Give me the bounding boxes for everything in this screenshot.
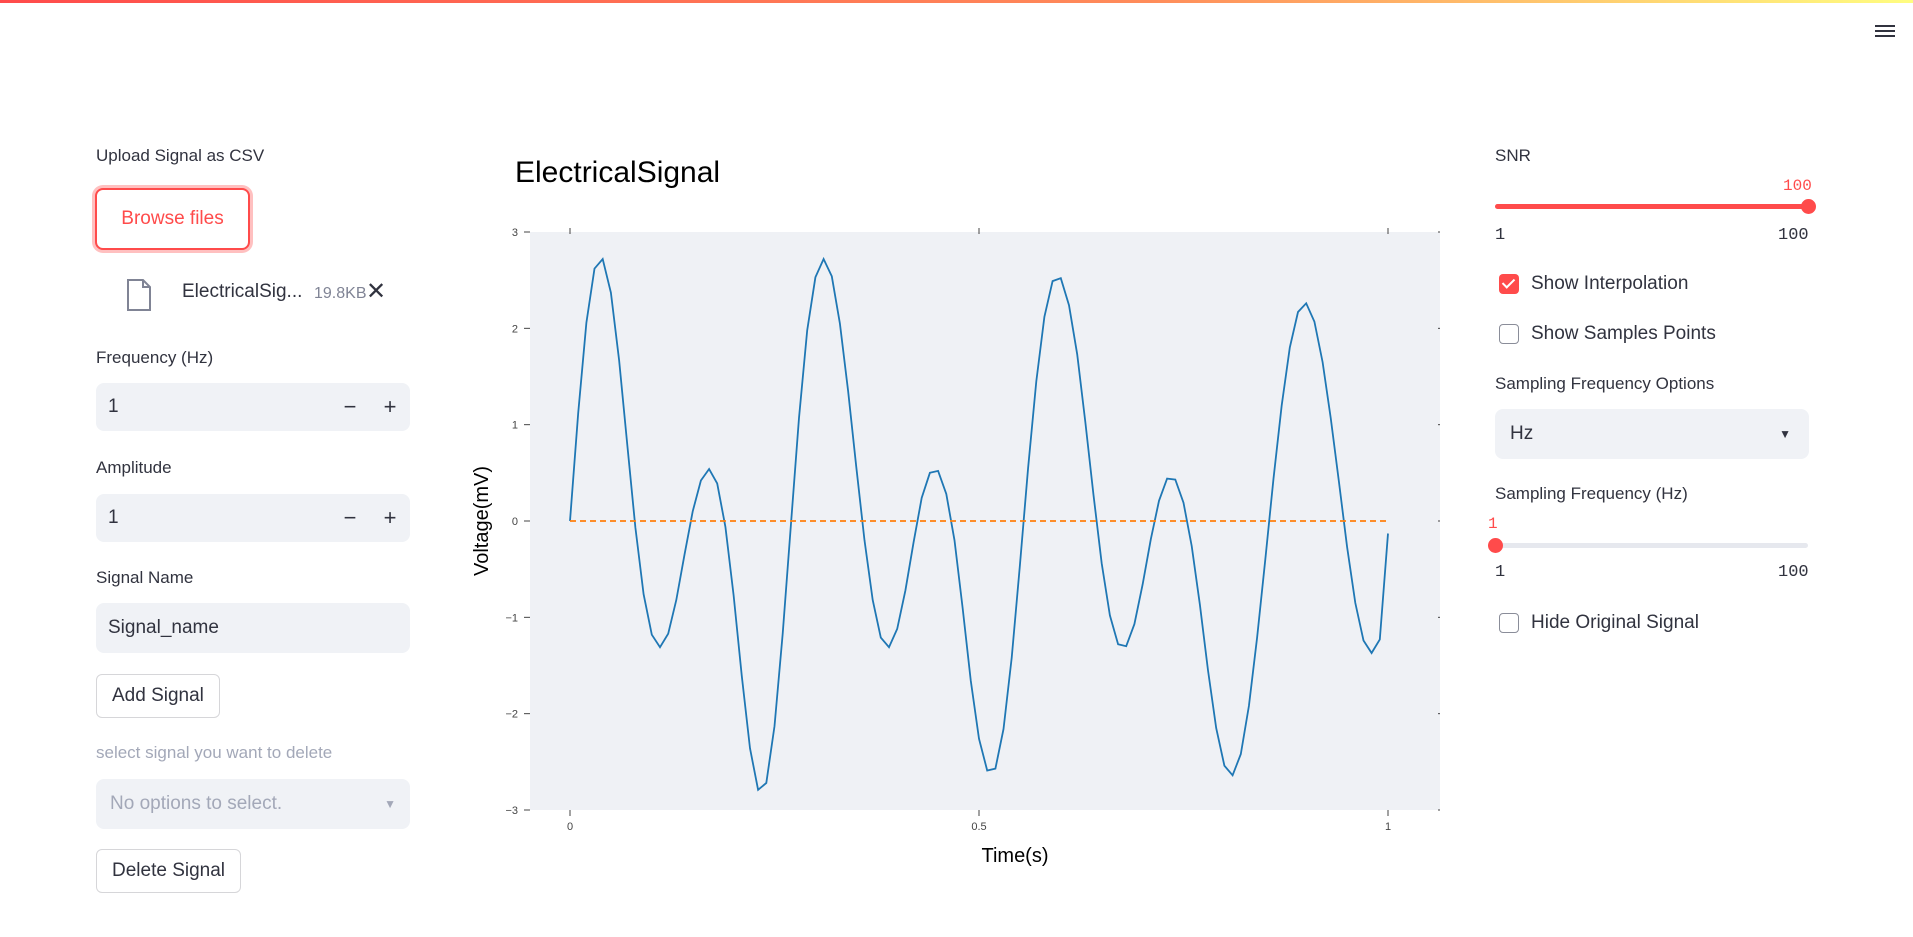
amplitude-value[interactable]: 1	[96, 507, 330, 529]
sampling-frequency-slider[interactable]	[1488, 538, 1808, 553]
amplitude-decrement-button[interactable]: −	[330, 505, 370, 531]
sampling-options-select[interactable]: Hz ▼	[1495, 409, 1809, 459]
y-tick-label: 3	[512, 227, 518, 239]
delete-select-placeholder: No options to select.	[110, 793, 283, 814]
y-axis-label: Voltage(mV)	[471, 466, 493, 576]
snr-max: 100	[1778, 226, 1809, 245]
file-icon	[127, 279, 151, 311]
snr-min: 1	[1495, 226, 1506, 245]
upload-label: Upload Signal as CSV	[96, 146, 265, 165]
top-decoration-bar	[0, 0, 1913, 3]
uploaded-file-name: ElectricalSig...	[182, 281, 303, 302]
show-interpolation-label[interactable]: Show Interpolation	[1531, 273, 1688, 295]
chart-title: ElectricalSignal	[515, 156, 721, 189]
y-tick-label: 1	[512, 420, 518, 432]
y-tick-label: 2	[512, 323, 518, 335]
chevron-down-icon: ▼	[384, 797, 396, 811]
sampling-frequency-min: 1	[1495, 563, 1506, 582]
snr-slider-fill	[1495, 204, 1808, 209]
y-tick-label: −1	[505, 612, 518, 624]
show-samples-label[interactable]: Show Samples Points	[1531, 323, 1716, 345]
sampling-options-value: Hz	[1510, 423, 1534, 444]
signal-chart: 3 2 1 0 −1 −2 −3 0 0.5 1 Time(s) Voltage(mV)	[471, 227, 1440, 867]
add-signal-button[interactable]: Add Signal	[96, 674, 220, 718]
sampling-frequency-label: Sampling Frequency (Hz)	[1495, 484, 1688, 503]
uploaded-file-size: 19.8KB	[314, 285, 367, 302]
amplitude-label: Amplitude	[96, 458, 172, 477]
frequency-decrement-button[interactable]: −	[330, 394, 370, 420]
amplitude-input[interactable]: 1 − +	[96, 494, 410, 542]
y-tick-label: −2	[505, 709, 518, 721]
frequency-value[interactable]: 1	[96, 396, 330, 418]
x-axis-label: Time(s)	[981, 845, 1048, 867]
snr-slider-thumb[interactable]	[1801, 199, 1816, 214]
frequency-increment-button[interactable]: +	[370, 394, 410, 420]
snr-slider[interactable]	[1495, 199, 1816, 214]
sampling-frequency-thumb[interactable]	[1488, 538, 1503, 553]
x-tick-label: 0	[567, 821, 573, 833]
signal-name-label: Signal Name	[96, 568, 194, 587]
signal-name-input[interactable]: Signal_name	[96, 603, 410, 653]
sampling-frequency-value: 1	[1488, 515, 1498, 533]
delete-select-label: select signal you want to delete	[96, 743, 333, 762]
x-tick-label: 1	[1385, 821, 1391, 833]
hamburger-menu-icon[interactable]	[1873, 22, 1897, 44]
show-interpolation-checkbox[interactable]	[1499, 274, 1519, 294]
delete-signal-button[interactable]: Delete Signal	[96, 849, 242, 893]
sampling-frequency-max: 100	[1778, 563, 1809, 582]
chevron-down-icon: ▼	[1779, 427, 1791, 441]
snr-value: 100	[1783, 177, 1812, 195]
amplitude-increment-button[interactable]: +	[370, 505, 410, 531]
y-tick-label: −3	[505, 805, 518, 817]
browse-files-button[interactable]: Browse files	[95, 188, 250, 250]
hide-original-label[interactable]: Hide Original Signal	[1531, 612, 1699, 634]
remove-file-icon[interactable]: ✕	[366, 277, 386, 307]
y-tick-label: 0	[512, 516, 518, 528]
snr-label: SNR	[1495, 146, 1531, 165]
frequency-input[interactable]: 1 − +	[96, 383, 410, 431]
frequency-label: Frequency (Hz)	[96, 348, 214, 367]
x-tick-label: 0.5	[971, 821, 986, 833]
show-samples-checkbox[interactable]	[1499, 324, 1519, 344]
sampling-options-label: Sampling Frequency Options	[1495, 374, 1715, 393]
delete-signal-select[interactable]: No options to select. ▼	[96, 779, 410, 829]
hide-original-checkbox[interactable]	[1499, 613, 1519, 633]
